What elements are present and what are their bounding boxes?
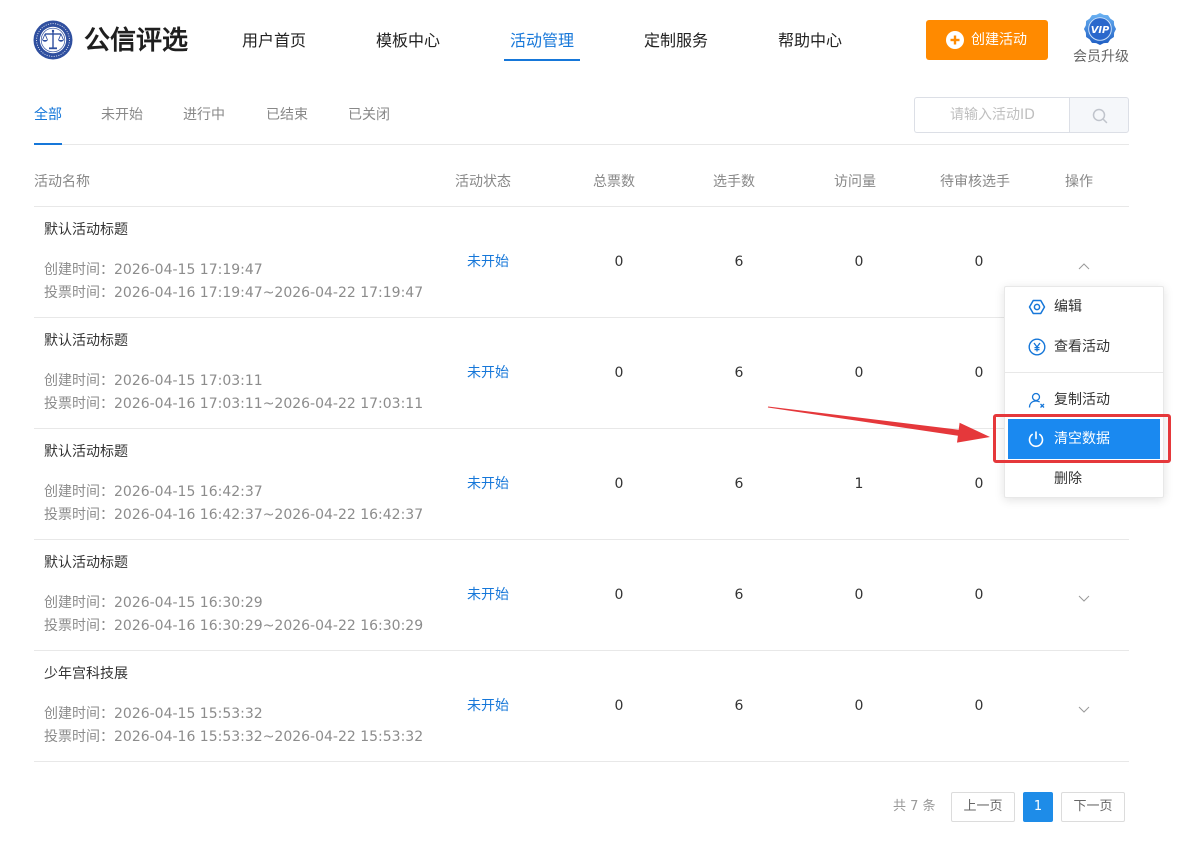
chevron-down-icon[interactable] (1078, 591, 1090, 602)
status-badge[interactable]: 未开始 (448, 475, 528, 493)
created-time: 创建时间：2026-04-15 15:53:32 (44, 706, 263, 722)
tab-all[interactable]: 全部 (34, 106, 62, 124)
players-count: 6 (734, 476, 744, 492)
activity-title: 默认活动标题 (44, 444, 128, 460)
visits-count: 0 (854, 365, 864, 381)
activity-id-search-input[interactable] (914, 97, 1070, 133)
column-header-visits: 访问量 (834, 174, 876, 190)
column-header-actions: 操作 (1065, 174, 1093, 190)
pagination-total: 共 7 条 (893, 799, 936, 814)
tab-active-underline (34, 143, 62, 145)
create-activity-label: 创建活动 (971, 32, 1027, 48)
nav-item-help-center[interactable]: 帮助中心 (778, 31, 842, 51)
logo-text[interactable]: 公信评选 (84, 25, 188, 57)
players-count: 6 (734, 587, 744, 603)
players-count: 6 (734, 698, 744, 714)
table-row: 默认活动标题 创建时间：2026-04-15 17:03:11 投票时间：202… (34, 318, 1129, 429)
voting-period: 投票时间：2026-04-16 16:30:29~2026-04-22 16:3… (44, 618, 424, 634)
voting-period: 投票时间：2026-04-16 17:19:47~2026-04-22 17:1… (44, 285, 424, 301)
tab-not-started[interactable]: 未开始 (101, 106, 143, 124)
prev-page-button[interactable]: 上一页 (951, 792, 1015, 822)
vip-upgrade-label[interactable]: 会员升级 (1073, 49, 1129, 65)
column-header-pending-players: 待审核选手 (940, 174, 1010, 190)
status-badge[interactable]: 未开始 (448, 586, 528, 604)
pending-players-count: 0 (974, 698, 984, 714)
table-row: 默认活动标题 创建时间：2026-04-15 17:19:47 投票时间：202… (34, 207, 1129, 318)
menu-item-view-activity[interactable]: 查看活动 (1005, 327, 1163, 367)
search-button[interactable] (1069, 97, 1129, 133)
column-header-name: 活动名称 (34, 174, 90, 190)
created-time: 创建时间：2026-04-15 17:19:47 (44, 262, 263, 278)
nav-active-underline (504, 59, 580, 61)
created-time: 创建时间：2026-04-15 16:42:37 (44, 484, 263, 500)
voting-period: 投票时间：2026-04-16 15:53:32~2026-04-22 15:5… (44, 729, 424, 745)
total-votes: 0 (614, 698, 624, 714)
column-header-total-votes: 总票数 (593, 174, 635, 190)
table-row: 少年宫科技展 创建时间：2026-04-15 15:53:32 投票时间：202… (34, 651, 1129, 762)
activity-title: 默认活动标题 (44, 222, 128, 238)
column-header-players: 选手数 (713, 174, 755, 190)
status-badge[interactable]: 未开始 (448, 364, 528, 382)
activity-title: 默认活动标题 (44, 333, 128, 349)
table-row: 默认活动标题 创建时间：2026-04-15 16:30:29 投票时间：202… (34, 540, 1129, 651)
players-count: 6 (734, 365, 744, 381)
column-header-status: 活动状态 (455, 174, 511, 190)
total-votes: 0 (614, 254, 624, 270)
row-action-menu: 编辑 查看活动 复制活动 清空数据 删除 (1004, 286, 1164, 498)
pending-players-count: 0 (974, 254, 984, 270)
nav-item-home[interactable]: 用户首页 (242, 31, 306, 51)
activity-title: 少年宫科技展 (44, 666, 128, 682)
players-count: 6 (734, 254, 744, 270)
menu-item-label: 查看活动 (1054, 339, 1110, 355)
tab-ended[interactable]: 已结束 (266, 106, 308, 124)
voting-period: 投票时间：2026-04-16 16:42:37~2026-04-22 16:4… (44, 507, 424, 523)
total-votes: 0 (614, 365, 624, 381)
chevron-up-icon[interactable] (1078, 258, 1090, 270)
search-icon (1092, 108, 1108, 124)
yen-circle-icon (1028, 338, 1046, 356)
menu-divider (1005, 372, 1163, 373)
status-badge[interactable]: 未开始 (448, 253, 528, 271)
logo-emblem[interactable] (33, 20, 73, 60)
menu-item-delete[interactable]: 删除 (1005, 459, 1163, 499)
nav-item-custom-service[interactable]: 定制服务 (644, 31, 708, 51)
total-votes: 0 (614, 476, 624, 492)
tabs-divider (34, 144, 1129, 145)
menu-item-edit[interactable]: 编辑 (1005, 287, 1163, 327)
page-number-current[interactable]: 1 (1023, 792, 1053, 822)
total-votes: 0 (614, 587, 624, 603)
create-activity-button[interactable]: 创建活动 (926, 20, 1048, 60)
annotation-highlight-box (993, 414, 1171, 463)
pending-players-count: 0 (974, 365, 984, 381)
visits-count: 0 (854, 587, 864, 603)
tab-in-progress[interactable]: 进行中 (183, 106, 225, 124)
visits-count: 1 (854, 476, 864, 492)
nav-item-activity-management[interactable]: 活动管理 (510, 31, 574, 51)
scales-logo-icon (33, 20, 73, 60)
hexagon-settings-icon (1028, 298, 1046, 316)
created-time: 创建时间：2026-04-15 16:30:29 (44, 595, 263, 611)
vip-badge-icon[interactable]: VIP (1083, 12, 1117, 46)
plus-circle-icon (946, 31, 964, 49)
menu-item-label: 删除 (1054, 471, 1082, 487)
menu-item-label: 编辑 (1054, 299, 1082, 315)
vip-badge-text: VIP (1091, 25, 1110, 36)
user-remove-icon (1028, 391, 1046, 409)
table-row: 默认活动标题 创建时间：2026-04-15 16:42:37 投票时间：202… (34, 429, 1129, 540)
status-badge[interactable]: 未开始 (448, 697, 528, 715)
activity-title: 默认活动标题 (44, 555, 128, 571)
created-time: 创建时间：2026-04-15 17:03:11 (44, 373, 263, 389)
voting-period: 投票时间：2026-04-16 17:03:11~2026-04-22 17:0… (44, 396, 424, 412)
menu-item-label: 复制活动 (1054, 392, 1110, 408)
tab-closed[interactable]: 已关闭 (348, 106, 390, 124)
visits-count: 0 (854, 698, 864, 714)
chevron-down-icon[interactable] (1078, 702, 1090, 713)
pending-players-count: 0 (974, 476, 984, 492)
visits-count: 0 (854, 254, 864, 270)
next-page-button[interactable]: 下一页 (1061, 792, 1125, 822)
pending-players-count: 0 (974, 587, 984, 603)
nav-item-templates[interactable]: 模板中心 (376, 31, 440, 51)
